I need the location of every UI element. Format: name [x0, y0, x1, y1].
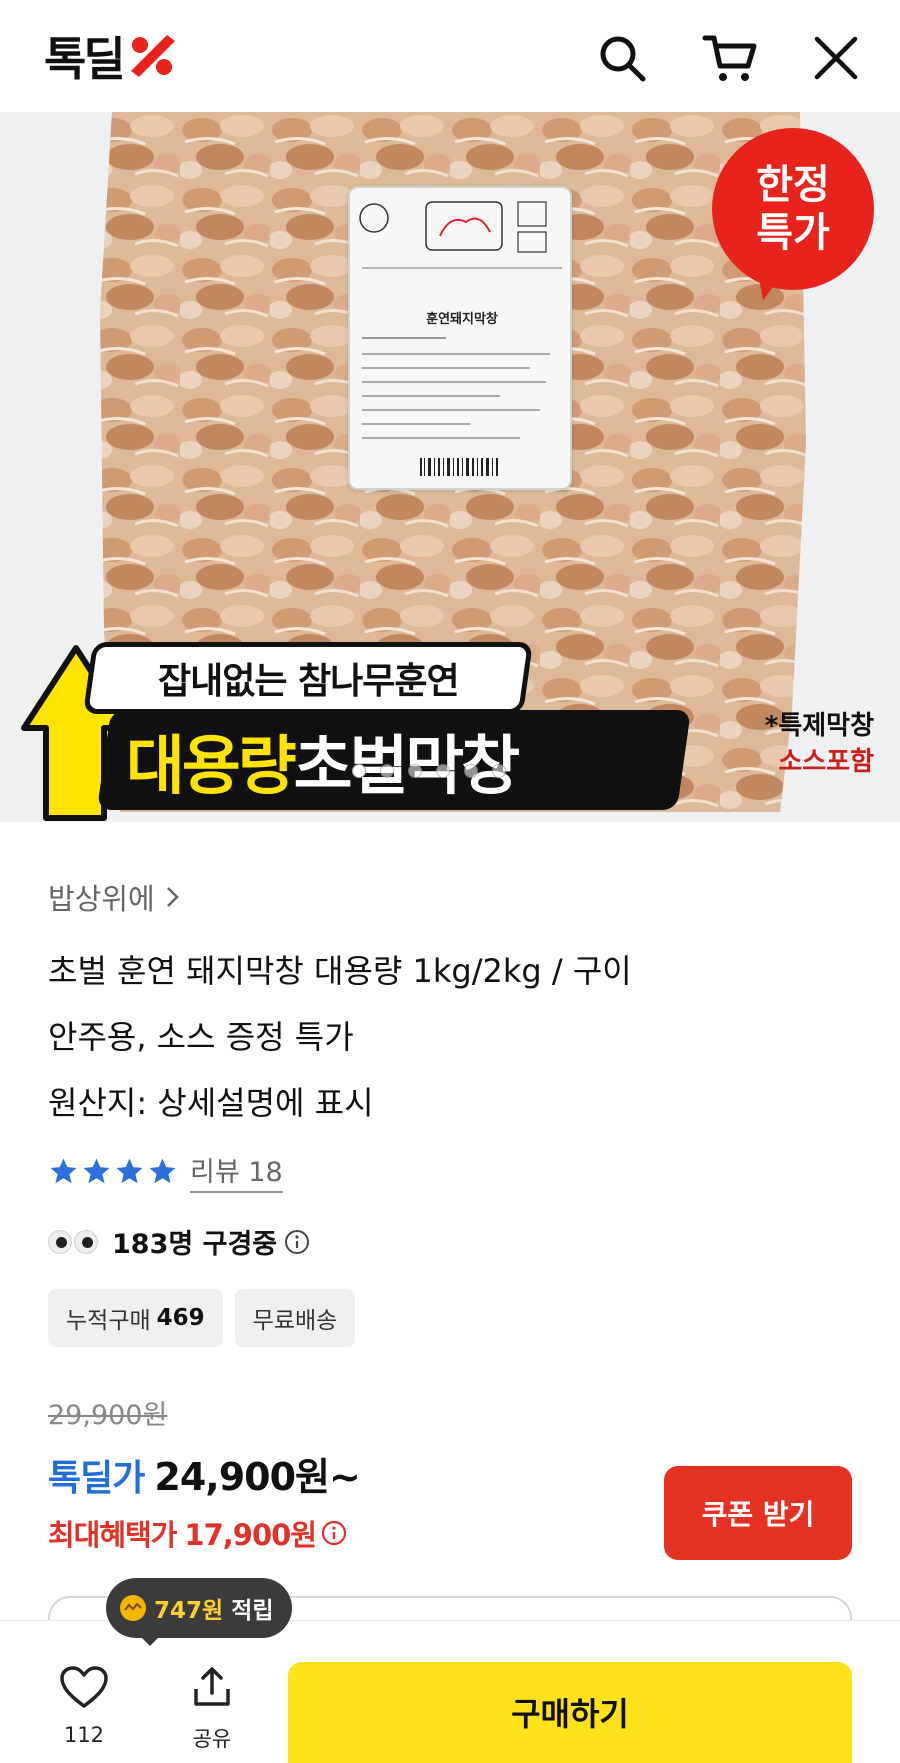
- carousel-dot[interactable]: [408, 764, 422, 778]
- max-benefit-price: 17,900원: [184, 1518, 317, 1552]
- free-shipping-chip: 무료배송: [234, 1289, 356, 1347]
- info-icon[interactable]: [320, 1519, 348, 1547]
- banner-subtitle: 잡내없는 참나무훈연: [82, 642, 534, 714]
- limited-special-badge: 한정 특가: [712, 128, 874, 290]
- viewers-text: 183명 구경중: [112, 1229, 278, 1260]
- carousel-dot[interactable]: [380, 764, 394, 778]
- product-image-carousel[interactable]: 훈연돼지막창 한정 특가 잡내없는 참나무훈연 대용량 초벌막창 *특제막창 소스…: [0, 112, 900, 822]
- carousel-dot[interactable]: [492, 764, 506, 778]
- reward-label: 적립: [231, 1598, 274, 1624]
- viewers-count: 183명 구경중: [48, 1222, 311, 1261]
- label-graphic: [359, 201, 562, 476]
- star-icon: [149, 1158, 176, 1184]
- badge-line-1: 한정: [756, 162, 830, 208]
- seller-link[interactable]: 밥상위에: [48, 876, 181, 918]
- cart-icon[interactable]: [700, 28, 760, 88]
- product-title-line: 원산지: 상세설명에 표시: [48, 1084, 374, 1122]
- like-count: 112: [63, 1723, 105, 1747]
- star-icon: [116, 1158, 143, 1184]
- talkdeal-logo[interactable]: 톡딜: [44, 28, 177, 86]
- chip-value: 469: [156, 1305, 205, 1331]
- carousel-dot[interactable]: [352, 764, 366, 778]
- deal-price-row: 톡딜가 24,900원~: [48, 1446, 361, 1501]
- max-benefit-row: 최대혜택가 17,900원: [48, 1512, 348, 1554]
- star-rating: [48, 1156, 178, 1187]
- chip-label: 누적구매: [66, 1308, 151, 1334]
- chip-label: 무료배송: [252, 1308, 338, 1334]
- deal-price-label: 톡딜가: [48, 1458, 145, 1499]
- deal-price: 24,900원~: [154, 1455, 360, 1499]
- star-icon: [83, 1158, 110, 1184]
- share-icon: [194, 1667, 230, 1706]
- max-benefit-label: 최대혜택가: [48, 1518, 177, 1552]
- product-tags: 누적구매 469 무료배송: [48, 1289, 356, 1347]
- carousel-dot[interactable]: [464, 764, 478, 778]
- banner-main-yellow: 대용량: [126, 730, 297, 804]
- eyes-icon: [48, 1229, 98, 1254]
- logo-text: 톡딜: [44, 32, 126, 86]
- note-line-1: *특제막창: [764, 711, 874, 741]
- top-header: 톡딜: [0, 0, 900, 112]
- search-icon[interactable]: [592, 28, 652, 88]
- banner-main-white: 초벌막창: [293, 730, 521, 804]
- product-title-line: 초벌 훈연 돼지막창 대용량 1kg/2kg / 구이: [48, 952, 632, 990]
- star-icon: [50, 1158, 77, 1184]
- sauce-note: *특제막창 소스포함: [765, 708, 874, 780]
- original-price: 29,900원: [48, 1400, 168, 1431]
- note-line-2: 소스포함: [778, 747, 874, 777]
- package-label-title: 훈연돼지막창: [426, 312, 498, 327]
- cumulative-purchase-chip: 누적구매 469: [48, 1289, 223, 1347]
- coin-icon: [120, 1595, 146, 1621]
- carousel-indicator: [352, 764, 506, 778]
- reward-tooltip: 747원 적립: [106, 1578, 292, 1646]
- get-coupon-button[interactable]: 쿠폰 받기: [664, 1466, 852, 1560]
- carousel-dot[interactable]: [436, 764, 450, 778]
- seller-name: 밥상위에: [48, 882, 155, 916]
- review-count-link[interactable]: 리뷰 18: [190, 1150, 283, 1193]
- heart-icon: [60, 1666, 108, 1708]
- banner-main-title: 대용량 초벌막창: [126, 716, 521, 806]
- share-label: 공유: [192, 1727, 232, 1751]
- reward-amount: 747원: [154, 1598, 224, 1624]
- product-title: 초벌 훈연 돼지막창 대용량 1kg/2kg / 구이 안주용, 소스 증정 특…: [48, 938, 868, 1136]
- info-icon[interactable]: [283, 1228, 311, 1256]
- rating-row: 리뷰 18: [48, 1150, 283, 1193]
- tooltip-tail: [140, 1636, 160, 1646]
- like-button[interactable]: 112: [44, 1665, 124, 1747]
- package-label: 훈연돼지막창: [348, 186, 572, 490]
- buy-button[interactable]: 구매하기: [288, 1662, 852, 1763]
- share-button[interactable]: 공유: [172, 1665, 252, 1753]
- close-icon[interactable]: [806, 28, 866, 88]
- badge-line-2: 특가: [756, 210, 830, 256]
- product-title-line: 안주용, 소스 증정 특가: [48, 1018, 354, 1056]
- percent-logo-icon: [130, 35, 175, 77]
- chevron-right-icon: [166, 887, 179, 907]
